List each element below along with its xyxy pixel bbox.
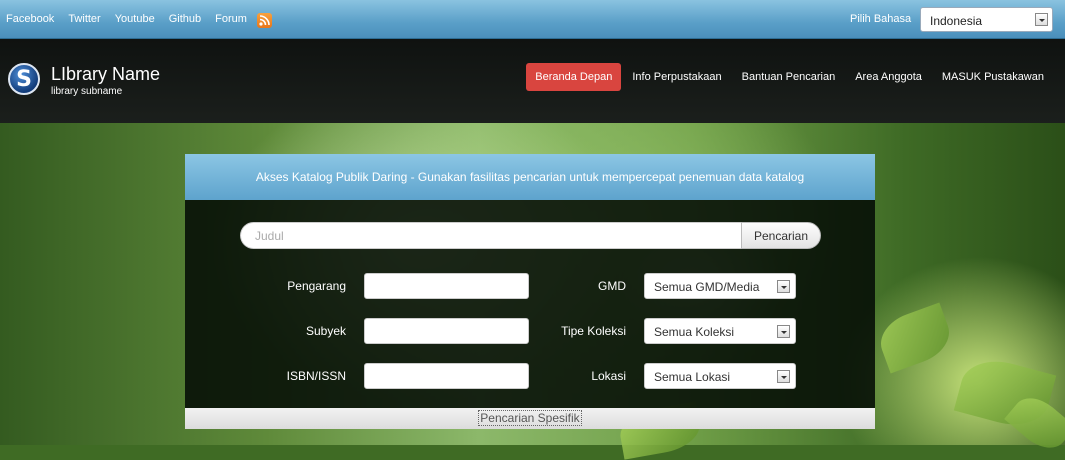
subject-label: Subyek (305, 324, 346, 338)
author-label: Pengarang (287, 279, 346, 293)
rss-icon[interactable] (257, 13, 272, 28)
library-name: LIbrary Name (51, 64, 161, 84)
language-label: Pilih Bahasa (850, 13, 912, 25)
nav-library-info[interactable]: Info Perpustakaan (623, 63, 730, 91)
advanced-search-link[interactable]: Pencarian Spesifik (478, 410, 582, 426)
author-field[interactable] (364, 273, 529, 299)
chevron-down-icon[interactable] (777, 280, 790, 293)
location-label: Lokasi (591, 369, 626, 383)
twitter-link[interactable]: Twitter (68, 13, 100, 25)
location-select[interactable]: Semua Lokasi (644, 363, 796, 389)
chevron-down-icon[interactable] (1035, 13, 1048, 26)
search-form: Pencarian Pengarang Subyek ISBN/ISSN GMD… (185, 200, 875, 408)
catalog-search-panel: Akses Katalog Publik Daring - Gunakan fa… (185, 154, 875, 429)
language-selected-value: Indonesia (930, 14, 983, 28)
library-logo[interactable]: S (8, 63, 40, 95)
nav-home[interactable]: Beranda Depan (526, 63, 622, 91)
logo-letter: S (16, 67, 32, 92)
panel-title: Akses Katalog Publik Daring - Gunakan fa… (185, 154, 875, 200)
chevron-down-icon[interactable] (777, 370, 790, 383)
gmd-select[interactable]: Semua GMD/Media (644, 273, 796, 299)
title-search-input[interactable] (240, 222, 742, 249)
isbn-field[interactable] (364, 363, 529, 389)
language-select[interactable]: Indonesia (920, 7, 1053, 32)
leaf-shape (873, 302, 957, 374)
location-selected-value: Semua Lokasi (654, 370, 731, 384)
library-subname: library subname (51, 86, 123, 97)
github-link[interactable]: Github (169, 13, 201, 25)
nav-search-help[interactable]: Bantuan Pencarian (733, 63, 845, 91)
youtube-link[interactable]: Youtube (115, 13, 155, 25)
chevron-down-icon[interactable] (777, 325, 790, 338)
social-links: Facebook Twitter Youtube Github Forum (6, 13, 261, 25)
site-header: S LIbrary Name library subname Beranda D… (0, 39, 1065, 123)
nav-librarian-login[interactable]: MASUK Pustakawan (933, 63, 1053, 91)
search-button[interactable]: Pencarian (741, 222, 821, 249)
nav-member-area[interactable]: Area Anggota (846, 63, 931, 91)
gmd-label: GMD (598, 279, 626, 293)
isbn-label: ISBN/ISSN (286, 369, 346, 383)
subject-field[interactable] (364, 318, 529, 344)
collection-type-label: Tipe Koleksi (561, 324, 626, 338)
top-bar: Facebook Twitter Youtube Github Forum Pi… (0, 0, 1065, 39)
facebook-link[interactable]: Facebook (6, 13, 54, 25)
forum-link[interactable]: Forum (215, 13, 247, 25)
collection-selected-value: Semua Koleksi (654, 325, 735, 339)
main-nav: Beranda Depan Info Perpustakaan Bantuan … (524, 63, 1053, 91)
advanced-search-bar: Pencarian Spesifik (185, 408, 875, 429)
gmd-selected-value: Semua GMD/Media (654, 280, 760, 294)
collection-type-select[interactable]: Semua Koleksi (644, 318, 796, 344)
